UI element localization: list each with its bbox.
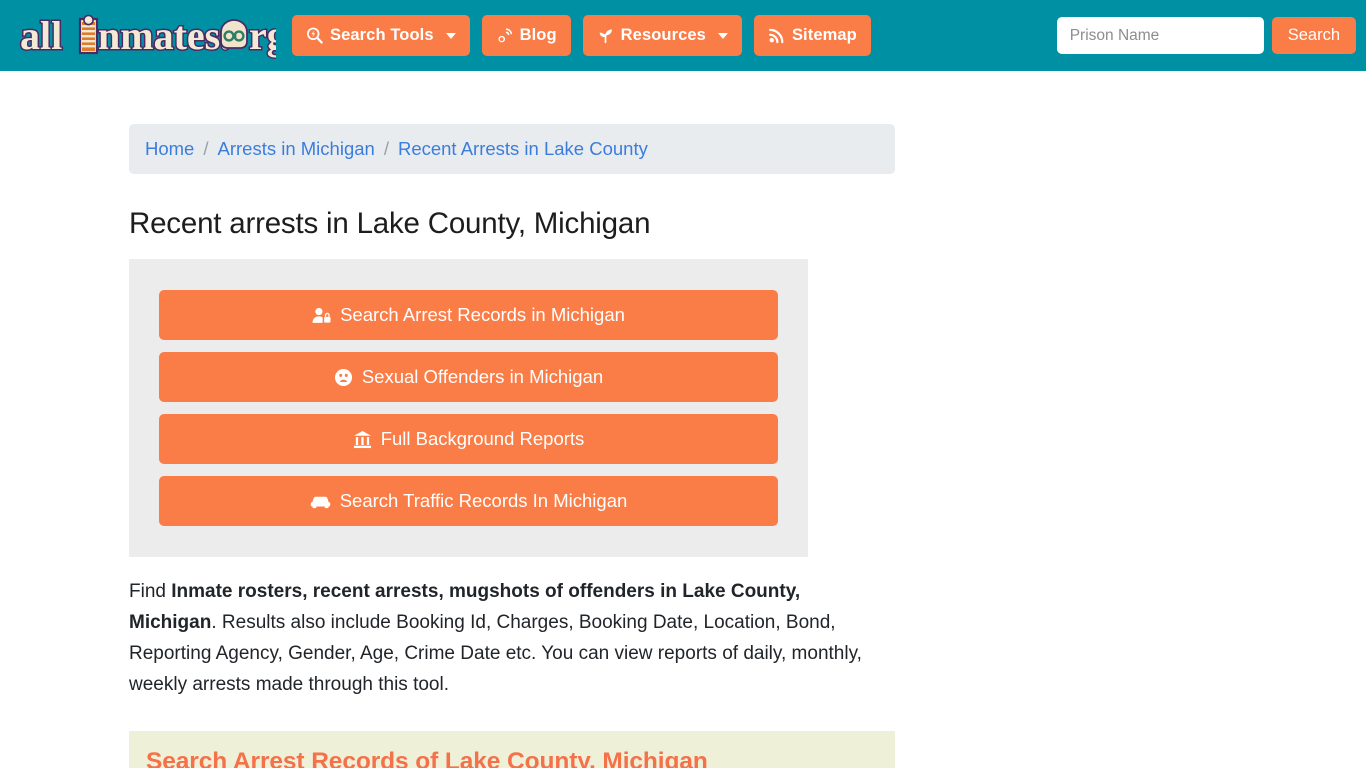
search-traffic-records-button[interactable]: Search Traffic Records In Michigan	[159, 476, 778, 526]
breadcrumb: Home / Arrests in Michigan / Recent Arre…	[129, 124, 895, 174]
sexual-offenders-button[interactable]: Sexual Offenders in Michigan	[159, 352, 778, 402]
svg-text:all: all	[20, 13, 62, 58]
logo-icon: all nmates. rg	[19, 13, 277, 59]
nav-item-search-tools-label: Search Tools	[330, 26, 434, 44]
landmark-icon	[353, 430, 372, 449]
breadcrumb-separator: /	[203, 138, 209, 159]
user-lock-icon	[312, 306, 331, 325]
nav-item-sitemap[interactable]: Sitemap	[753, 15, 871, 56]
search-bolt-icon	[306, 27, 323, 44]
header-search-form: Search	[1056, 17, 1356, 54]
breadcrumb-separator: /	[383, 138, 389, 159]
main-navigation: Search Tools Blog Resources Sitemap	[292, 15, 871, 56]
intro-paragraph: Find Inmate rosters, recent arrests, mug…	[129, 576, 889, 700]
intro-rest: . Results also include Booking Id, Charg…	[129, 612, 862, 695]
svg-text:rg: rg	[249, 13, 276, 58]
page-body: Home / Arrests in Michigan / Recent Arre…	[0, 71, 1366, 768]
full-background-reports-button[interactable]: Full Background Reports	[159, 414, 778, 464]
chevron-down-icon	[445, 32, 456, 39]
content-container: Home / Arrests in Michigan / Recent Arre…	[129, 124, 895, 768]
nav-item-blog[interactable]: Blog	[481, 15, 571, 56]
svg-text:nmates.: nmates.	[98, 13, 230, 58]
blog-icon	[496, 27, 513, 44]
breadcrumb-item-home[interactable]: Home	[145, 138, 194, 160]
search-input[interactable]	[1056, 17, 1264, 54]
full-background-reports-label: Full Background Reports	[380, 428, 585, 449]
site-logo[interactable]: all nmates. rg	[18, 12, 277, 60]
car-icon	[310, 492, 331, 511]
search-arrest-records-button[interactable]: Search Arrest Records in Michigan	[159, 290, 778, 340]
nav-item-resources-label: Resources	[620, 26, 706, 44]
breadcrumb-item-arrests-in-michigan[interactable]: Arrests in Michigan	[218, 138, 375, 160]
site-header: all nmates. rg	[0, 0, 1366, 71]
chevron-down-icon	[717, 32, 728, 39]
search-traffic-records-label: Search Traffic Records In Michigan	[339, 490, 628, 511]
section-heading: Search Arrest Records of Lake County, Mi…	[146, 748, 708, 768]
search-arrest-records-label: Search Arrest Records in Michigan	[340, 304, 625, 325]
cta-panel: Search Arrest Records in Michigan Sexual…	[129, 259, 808, 557]
search-button[interactable]: Search	[1271, 17, 1356, 54]
section-banner: Search Arrest Records of Lake County, Mi…	[129, 731, 895, 768]
nav-item-resources[interactable]: Resources	[582, 15, 742, 56]
nav-item-blog-label: Blog	[519, 26, 557, 44]
breadcrumb-item-recent-arrests-lake-county[interactable]: Recent Arrests in Lake County	[398, 138, 648, 160]
frown-face-icon	[334, 368, 353, 387]
nav-item-search-tools[interactable]: Search Tools	[292, 15, 470, 56]
intro-lead: Find	[129, 581, 172, 602]
nav-item-sitemap-label: Sitemap	[791, 26, 857, 44]
page-title: Recent arrests in Lake County, Michigan	[129, 207, 651, 240]
sexual-offenders-label: Sexual Offenders in Michigan	[361, 366, 604, 387]
rss-icon	[768, 27, 785, 44]
seedling-icon	[597, 27, 614, 44]
